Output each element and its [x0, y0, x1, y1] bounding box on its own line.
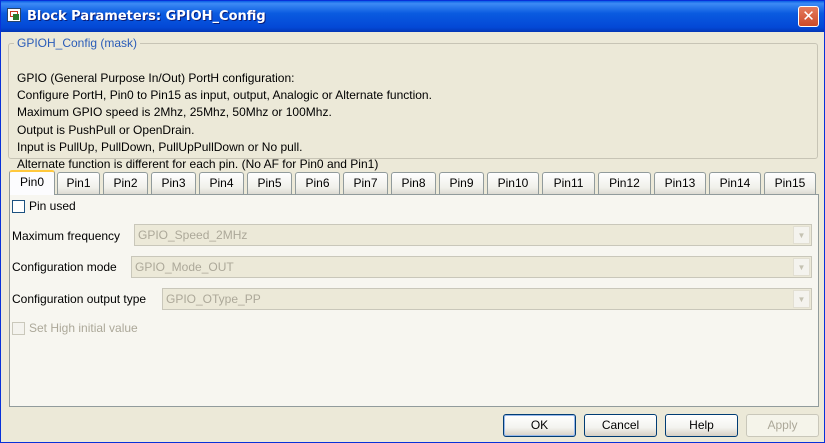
set-high-initial-label: Set High initial value	[29, 321, 138, 335]
tab-pin13[interactable]: Pin13	[654, 172, 706, 194]
tab-pin8[interactable]: Pin8	[391, 172, 436, 194]
close-button[interactable]: ✕	[798, 6, 819, 27]
tab-pin12[interactable]: Pin12	[598, 172, 651, 194]
tab-pin14[interactable]: Pin14	[709, 172, 761, 194]
tab-pin10[interactable]: Pin10	[487, 172, 539, 194]
simulink-block-icon	[7, 8, 21, 22]
max-frequency-select[interactable]: GPIO_Speed_2MHz ▼	[134, 224, 812, 246]
tab-pin1[interactable]: Pin1	[57, 172, 100, 194]
description-line: GPIO (General Purpose In/Out) PortH conf…	[17, 71, 295, 85]
pin0-tab-panel: Pin used Maximum frequency GPIO_Speed_2M…	[9, 194, 819, 407]
window-title: Block Parameters: GPIOH_Config	[27, 9, 266, 24]
block-parameters-dialog: Block Parameters: GPIOH_Config ✕ GPIOH_C…	[0, 0, 825, 443]
configuration-output-type-value: GPIO_OType_PP	[166, 292, 261, 306]
configuration-output-type-select[interactable]: GPIO_OType_PP ▼	[162, 288, 812, 310]
description-line: Output is PushPull or OpenDrain.	[17, 122, 195, 137]
apply-button[interactable]: Apply	[746, 414, 819, 437]
configuration-mode-label: Configuration mode	[12, 260, 117, 274]
tab-pin15[interactable]: Pin15	[764, 172, 816, 194]
chevron-down-icon: ▼	[793, 290, 810, 308]
description-line: Configure PortH, Pin0 to Pin15 as input,…	[17, 88, 432, 103]
chevron-down-icon: ▼	[793, 258, 810, 276]
tab-pin5[interactable]: Pin5	[247, 172, 292, 194]
tab-pin3[interactable]: Pin3	[151, 172, 196, 194]
pin-used-label: Pin used	[29, 199, 76, 213]
tab-pin6[interactable]: Pin6	[295, 172, 340, 194]
configuration-mode-value: GPIO_Mode_OUT	[135, 260, 234, 274]
tab-pin2[interactable]: Pin2	[103, 172, 148, 194]
tab-pin9[interactable]: Pin9	[439, 172, 484, 194]
description-line: Input is PullUp, PullDown, PullUpPullDow…	[17, 139, 303, 154]
cancel-button[interactable]: Cancel	[584, 414, 657, 437]
pin-used-checkbox[interactable]	[12, 200, 25, 213]
max-frequency-value: GPIO_Speed_2MHz	[138, 228, 248, 242]
title-bar[interactable]: Block Parameters: GPIOH_Config ✕	[1, 1, 824, 32]
mask-description-group: GPIOH_Config (mask) GPIO (General Purpos…	[8, 36, 818, 171]
configuration-mode-select[interactable]: GPIO_Mode_OUT ▼	[131, 256, 812, 278]
mask-title: GPIOH_Config (mask)	[17, 36, 138, 50]
tab-pin7[interactable]: Pin7	[343, 172, 388, 194]
configuration-output-type-label: Configuration output type	[12, 292, 147, 306]
description-line: Maximum GPIO speed is 2Mhz, 25Mhz, 50Mhz…	[17, 105, 332, 120]
pin-tab-strip: Pin0 Pin1 Pin2 Pin3 Pin4 Pin5 Pin6 Pin7 …	[9, 170, 819, 195]
max-frequency-label: Maximum frequency	[12, 229, 121, 243]
chevron-down-icon: ▼	[793, 226, 810, 244]
set-high-initial-checkbox[interactable]	[12, 322, 25, 335]
tab-pin11[interactable]: Pin11	[542, 172, 595, 194]
tab-pin0[interactable]: Pin0	[9, 170, 55, 195]
mask-description: GPIO (General Purpose In/Out) PortH conf…	[17, 70, 432, 173]
ok-button[interactable]: OK	[503, 414, 576, 437]
tab-pin4[interactable]: Pin4	[199, 172, 244, 194]
help-button[interactable]: Help	[665, 414, 738, 437]
